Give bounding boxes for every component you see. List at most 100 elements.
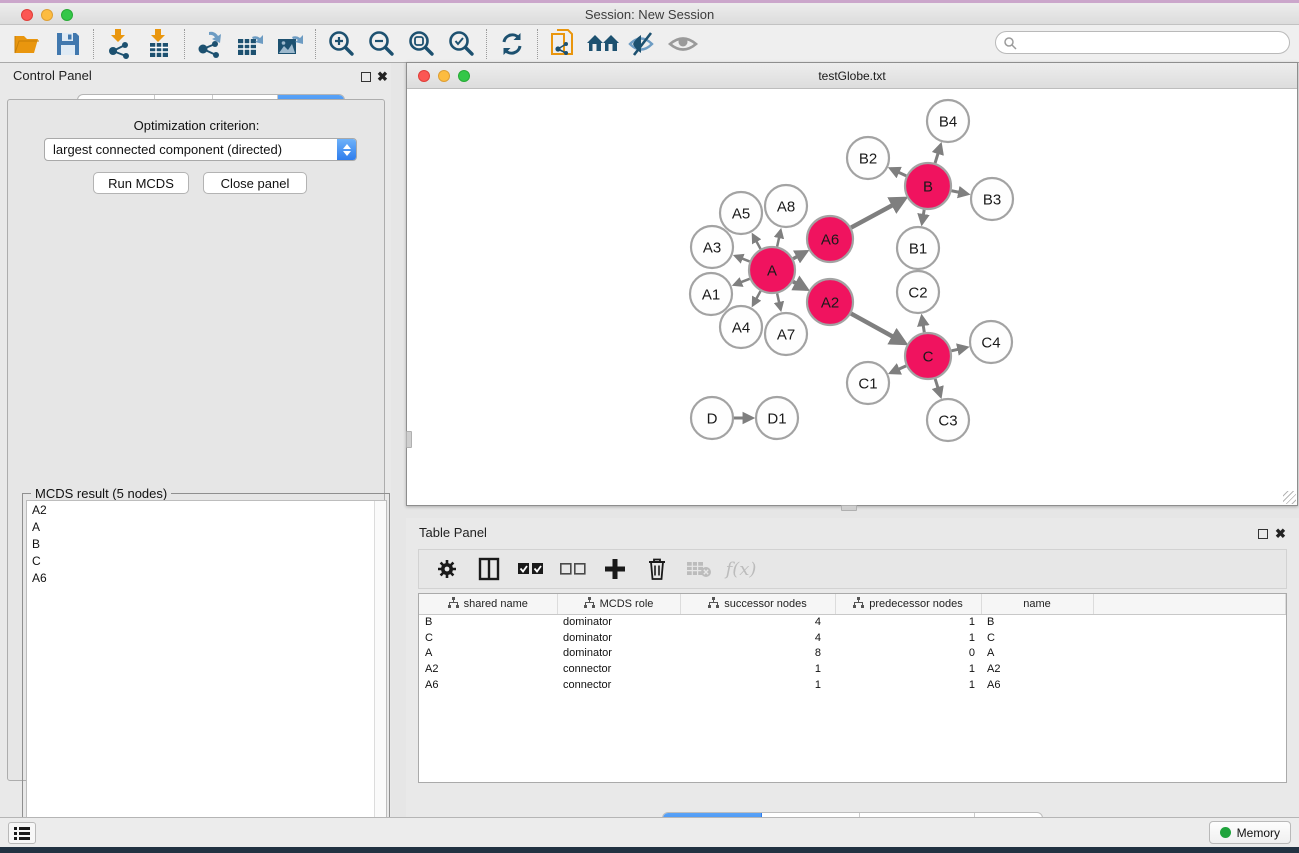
mcds-result-item[interactable]: A2 [27,501,386,518]
edge-A-A6[interactable] [793,252,806,259]
edge-A-A1[interactable] [734,279,749,285]
dropdown-stepper-icon[interactable] [337,139,356,160]
column-header-predecessor-nodes[interactable]: predecessor nodes [835,594,981,614]
column-header-successor-nodes[interactable]: successor nodes [680,594,835,614]
node-B[interactable]: B [905,163,951,209]
node-C2[interactable]: C2 [897,271,939,313]
export-image-icon[interactable] [270,27,310,61]
table-row[interactable]: A6connector11A6 [419,677,1286,693]
table-row[interactable]: Cdominator41C [419,630,1286,646]
mcds-result-item[interactable]: A [27,518,386,535]
edge-A6-B[interactable] [851,199,904,228]
node-D[interactable]: D [691,397,733,439]
node-A5[interactable]: A5 [720,192,762,234]
node-A6[interactable]: A6 [807,216,853,262]
edge-C-C1[interactable] [891,366,906,373]
edge-B-B2[interactable] [891,169,907,176]
criterion-dropdown[interactable]: largest connected component (directed) [44,138,357,161]
app-titlebar: Session: New Session [0,3,1299,25]
open-session-icon[interactable] [8,27,48,61]
hide-selected-icon[interactable] [623,27,663,61]
delete-table-icon[interactable] [685,555,713,583]
node-table: shared nameMCDS rolesuccessor nodesprede… [418,593,1287,783]
edge-C-C4[interactable] [951,347,966,350]
run-mcds-button[interactable]: Run MCDS [93,172,189,194]
node-A3[interactable]: A3 [691,226,733,268]
export-table-icon[interactable] [230,27,270,61]
column-header-shared-name[interactable]: shared name [419,594,557,614]
svg-text:A8: A8 [777,198,795,215]
refresh-icon[interactable] [492,27,532,61]
edge-A-A3[interactable] [735,256,749,261]
table-settings-icon[interactable] [433,555,461,583]
edge-A2-C[interactable] [851,314,904,343]
edge-A-A4[interactable] [753,291,761,305]
node-C4[interactable]: C4 [970,321,1012,363]
node-B3[interactable]: B3 [971,178,1013,220]
node-B1[interactable]: B1 [897,227,939,269]
edge-A-A7[interactable] [777,293,781,309]
edge-B-B4[interactable] [935,145,941,163]
home-view-icon[interactable] [583,27,623,61]
node-B2[interactable]: B2 [847,137,889,179]
task-history-button[interactable] [8,822,36,844]
edge-A-A2[interactable] [793,282,806,289]
network-window-titlebar[interactable]: testGlobe.txt [407,63,1297,89]
column-header-MCDS-role[interactable]: MCDS role [557,594,680,614]
table-panel-close-icon[interactable]: ✖ [1275,526,1286,542]
edge-A-A5[interactable] [753,235,761,249]
mcds-result-item[interactable]: A6 [27,569,386,586]
mcds-result-list[interactable]: A2ABCA6 [26,500,387,832]
network-canvas[interactable]: B4 B2 B B3 A8 A5 A6 A3 B1 A A1 C2 A2 A4A7 C4 C C1 C3 D D1 [408,90,1296,505]
node-A2[interactable]: A2 [807,279,853,325]
split-divider-handle[interactable] [406,431,412,448]
node-A7[interactable]: A7 [765,313,807,355]
result-list-scrollbar[interactable] [374,501,386,831]
zoom-out-icon[interactable] [361,27,401,61]
search-input[interactable] [1017,36,1289,50]
column-header-name[interactable]: name [981,594,1093,614]
mcds-result-item[interactable]: C [27,552,386,569]
memory-button[interactable]: Memory [1209,821,1291,844]
node-B4[interactable]: B4 [927,100,969,142]
zoom-selected-icon[interactable] [441,27,481,61]
edge-B-B1[interactable] [922,210,924,224]
add-column-icon[interactable] [601,555,629,583]
control-panel-float-icon[interactable] [361,72,371,82]
delete-column-icon[interactable] [643,555,671,583]
select-all-columns-icon[interactable] [517,555,545,583]
mcds-result-item[interactable]: B [27,535,386,552]
deselect-all-columns-icon[interactable] [559,555,587,583]
window-resize-grip[interactable] [1283,491,1296,504]
node-A8[interactable]: A8 [765,185,807,227]
control-panel-close-icon[interactable]: ✖ [377,69,388,85]
save-session-icon[interactable] [48,27,88,61]
table-row[interactable]: Adominator80A [419,645,1286,661]
network-graph[interactable]: B4 B2 B B3 A8 A5 A6 A3 B1 A A1 C2 A2 A4A7 C4 C C1 C3 D D1 [408,90,1296,505]
show-selected-icon[interactable] [663,27,703,61]
import-table-icon[interactable] [139,27,179,61]
column-selector-icon[interactable] [475,555,503,583]
import-network-icon[interactable] [99,27,139,61]
node-A[interactable]: A [749,247,795,293]
node-C[interactable]: C [905,333,951,379]
node-A4[interactable]: A4 [720,306,762,348]
split-divider-handle[interactable] [841,505,857,511]
node-C1[interactable]: C1 [847,362,889,404]
zoom-in-icon[interactable] [321,27,361,61]
table-panel-float-icon[interactable] [1258,529,1268,539]
export-network-icon[interactable] [190,27,230,61]
node-C3[interactable]: C3 [927,399,969,441]
edge-C-C2[interactable] [922,317,924,333]
zoom-fit-icon[interactable] [401,27,441,61]
clone-network-icon[interactable] [543,27,583,61]
edge-C-C3[interactable] [935,379,940,396]
table-row[interactable]: Bdominator41B [419,614,1286,630]
table-row[interactable]: A2connector11A2 [419,661,1286,677]
edge-A-A8[interactable] [777,230,781,246]
close-panel-button[interactable]: Close panel [203,172,307,194]
node-D1[interactable]: D1 [756,397,798,439]
edge-B-B3[interactable] [952,191,968,194]
node-A1[interactable]: A1 [690,273,732,315]
function-builder-icon[interactable]: f(x) [727,555,755,583]
